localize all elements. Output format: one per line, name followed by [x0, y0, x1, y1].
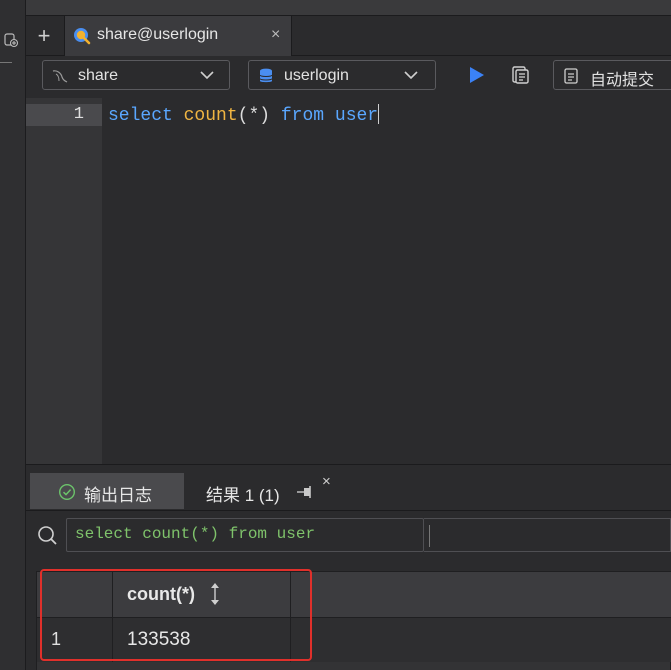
- column-header-label: count(*): [127, 584, 195, 604]
- table-name: user: [334, 106, 379, 126]
- run-icon[interactable]: [466, 65, 486, 85]
- divider: [0, 62, 12, 63]
- table-cell[interactable]: 133538: [113, 618, 291, 662]
- database-select[interactable]: userlogin: [248, 60, 436, 90]
- result-panel: 输出日志 结果 1 (1) × select count(*) from use…: [26, 464, 671, 670]
- keyword-select: select: [108, 106, 173, 126]
- paren-token: (*): [237, 106, 271, 126]
- tab-bar: + share@userlogin ×: [26, 16, 671, 56]
- grid-corner[interactable]: [37, 572, 113, 618]
- row-number: 1: [37, 618, 113, 662]
- query-toolbar: share userlogin 自动提交: [26, 56, 671, 98]
- pin-icon[interactable]: [296, 485, 314, 499]
- new-tab-button[interactable]: +: [30, 22, 58, 50]
- line-gutter: 1: [26, 98, 102, 464]
- table-row[interactable]: 1 133538: [37, 618, 671, 662]
- window-top-bar: [26, 0, 671, 16]
- line-number: 1: [26, 104, 102, 126]
- tab-result-1[interactable]: 结果 1 (1) ×: [194, 473, 344, 509]
- panel-tabs: 输出日志 结果 1 (1) ×: [26, 465, 671, 511]
- tab-output-log-label: 输出日志: [84, 486, 152, 505]
- check-circle-icon: [58, 483, 76, 501]
- tab-output-log[interactable]: 输出日志: [30, 473, 184, 509]
- explain-icon[interactable]: [510, 65, 530, 85]
- text-cursor: [378, 104, 380, 124]
- document-icon: [564, 68, 578, 84]
- autocommit-select[interactable]: 自动提交: [553, 60, 671, 90]
- function-count: count: [183, 106, 238, 126]
- chevron-down-icon: [404, 71, 418, 80]
- filter-text: select count(*) from user: [75, 525, 316, 543]
- search-icon[interactable]: [36, 524, 58, 546]
- text-cursor: [429, 525, 430, 547]
- filter-condition-input[interactable]: [424, 518, 671, 552]
- query-icon: [74, 28, 91, 45]
- filter-bar: select count(*) from user: [26, 511, 671, 559]
- header-row: count(*): [37, 572, 671, 618]
- database-icon: [259, 68, 273, 83]
- tab-result-label: 结果 1 (1): [206, 486, 280, 505]
- database-label: userlogin: [284, 67, 349, 84]
- mysql-dolphin-icon: [52, 70, 68, 83]
- sql-editor[interactable]: 1 select count(*) from user: [26, 98, 671, 464]
- left-sidebar-strip: [0, 0, 26, 670]
- sql-filter-input[interactable]: select count(*) from user: [66, 518, 424, 552]
- connection-select[interactable]: share: [42, 60, 230, 90]
- column-header-count[interactable]: count(*): [113, 572, 291, 618]
- connection-label: share: [78, 67, 119, 84]
- close-icon[interactable]: ×: [322, 473, 331, 490]
- database-add-icon[interactable]: [3, 32, 19, 48]
- result-grid: count(*) 1 133538: [36, 571, 671, 670]
- tab-label: share@userlogin: [97, 26, 219, 43]
- tab-close-icon[interactable]: ×: [271, 26, 280, 44]
- tab-query[interactable]: share@userlogin ×: [64, 16, 292, 56]
- keyword-from: from: [280, 106, 325, 126]
- code-line[interactable]: select count(*) from user: [108, 104, 380, 126]
- chevron-down-icon: [200, 71, 214, 80]
- sort-icon[interactable]: [209, 582, 221, 606]
- autocommit-label: 自动提交: [590, 72, 655, 89]
